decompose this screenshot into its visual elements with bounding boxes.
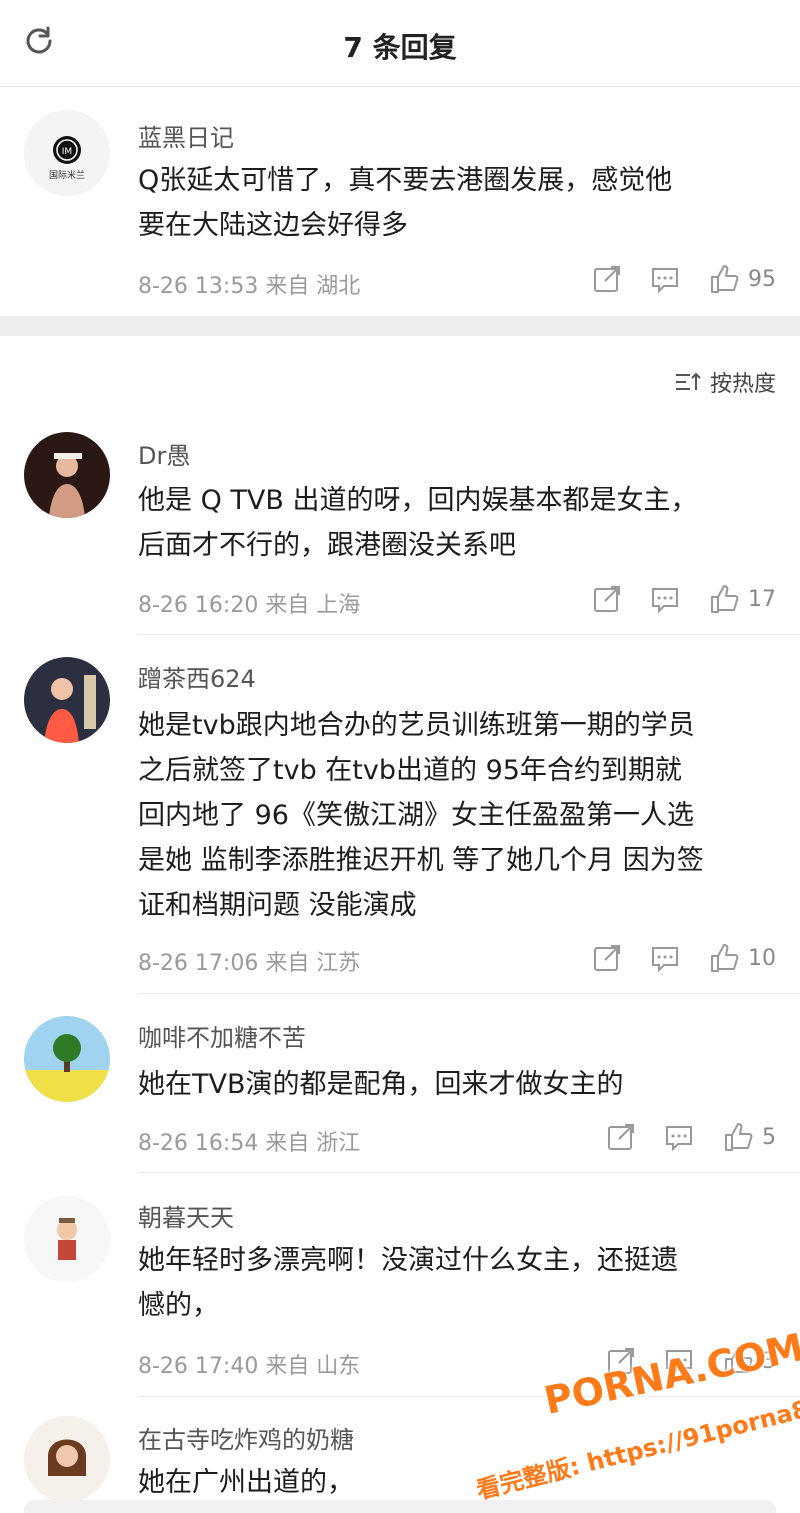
comment-actions: 5: [578, 1120, 776, 1154]
comment-author[interactable]: Dr愚: [138, 436, 190, 471]
comment-text-line: Q张延太可惜了，真不要去港圈发展，感觉他: [138, 165, 673, 196]
comment-actions: 17: [564, 582, 776, 616]
comment-meta: 8-26 16:20 来自 上海: [138, 593, 361, 618]
avatar[interactable]: [24, 1416, 110, 1502]
divider: [138, 993, 800, 994]
divider: [138, 1172, 800, 1173]
sort-label: 按热度: [709, 372, 776, 397]
like-button[interactable]: 5: [722, 1121, 776, 1153]
avatar[interactable]: [24, 432, 110, 518]
comment-actions: 10: [564, 941, 776, 975]
comment-text: Q张延太可惜了，真不要去港圈发展，感觉他 要在大陆这边会好得多: [138, 158, 778, 248]
comment-author[interactable]: 蹭茶西624: [138, 659, 256, 694]
sort-toggle[interactable]: 按热度: [674, 366, 776, 398]
original-comment: IM 国际米兰 蓝黑日记 Q张延太可惜了，真不要去港圈发展，感觉他 要在大陆这边…: [0, 100, 800, 316]
avatar[interactable]: [24, 657, 110, 743]
comment-author[interactable]: 朝暮天天: [138, 1198, 234, 1233]
share-button[interactable]: [592, 264, 622, 294]
share-button[interactable]: [606, 1122, 636, 1152]
comment-author[interactable]: 咖啡不加糖不苦: [138, 1018, 306, 1053]
bottom-input-bar[interactable]: [24, 1500, 776, 1513]
share-icon: [608, 1124, 634, 1150]
thumbs-up-icon: [725, 1123, 753, 1151]
thumbs-up-icon: [711, 944, 739, 972]
svg-text:国际米兰: 国际米兰: [49, 169, 85, 181]
comment-text: 她在广州出道的，: [138, 1467, 354, 1498]
comment-meta: 8-26 16:54 来自 浙江: [138, 1131, 361, 1156]
like-button[interactable]: 95: [708, 263, 776, 295]
reply-item: 咖啡不加糖不苦 她在TVB演的都是配角，回来才做女主的 8-26 16:54 来…: [0, 1004, 800, 1172]
avatar[interactable]: IM 国际米兰: [24, 110, 110, 196]
comment-text: 他是 Q TVB 出道的呀，回内娱基本都是女主， 后面才不行的，跟港圈没关系吧: [138, 485, 698, 561]
like-count: 5: [762, 1124, 776, 1150]
comment-text-line: 要在大陆这边会好得多: [138, 210, 408, 241]
comment-button[interactable]: [650, 943, 680, 973]
share-icon: [594, 266, 620, 292]
comment-meta: 8-26 17:40 来自 山东: [138, 1354, 361, 1379]
reply-item: Dr愚 他是 Q TVB 出道的呀，回内娱基本都是女主， 后面才不行的，跟港圈没…: [0, 420, 800, 634]
thumbs-up-icon: [711, 585, 739, 613]
like-button[interactable]: 17: [708, 583, 776, 615]
thumbs-up-icon: [711, 265, 739, 293]
comment-author[interactable]: 蓝黑日记: [138, 118, 234, 153]
comment-button[interactable]: [650, 264, 680, 294]
share-icon: [594, 945, 620, 971]
like-button[interactable]: 10: [708, 942, 776, 974]
inter-logo-icon: IM 国际米兰: [24, 110, 110, 196]
like-count: 17: [748, 586, 776, 612]
comment-icon: [652, 947, 678, 973]
divider: [138, 634, 800, 635]
section-divider: [0, 316, 800, 336]
comment-button[interactable]: [664, 1122, 694, 1152]
sort-icon: [675, 372, 701, 390]
comment-text: 她是tvb跟内地合办的艺员训练班第一期的学员 之后就签了tvb 在tvb出道的 …: [138, 710, 704, 921]
share-button[interactable]: [592, 584, 622, 614]
comment-icon: [652, 268, 678, 294]
avatar[interactable]: [24, 1196, 110, 1282]
reply-item: 蹭茶西624 她是tvb跟内地合办的艺员训练班第一期的学员 之后就签了tvb 在…: [0, 645, 800, 993]
avatar[interactable]: [24, 1016, 110, 1102]
comment-text: 她在TVB演的都是配角，回来才做女主的: [138, 1069, 624, 1100]
like-count: 95: [748, 266, 776, 292]
divider: [138, 1396, 800, 1397]
page-title: 7 条回复: [343, 31, 457, 64]
comment-text: 她年轻时多漂亮啊！没演过什么女主，还挺遗 憾的，: [138, 1245, 678, 1321]
comment-actions: 95: [564, 262, 776, 296]
comment-meta: 8-26 13:53 来自 湖北: [138, 274, 361, 299]
comment-button[interactable]: [650, 584, 680, 614]
comment-author[interactable]: 在古寺吃炸鸡的奶糖: [138, 1420, 354, 1455]
top-bar: 7 条回复: [0, 0, 800, 87]
share-icon: [594, 586, 620, 612]
like-count: 10: [748, 945, 776, 971]
svg-text:IM: IM: [62, 147, 72, 157]
share-button[interactable]: [592, 943, 622, 973]
comment-meta: 8-26 17:06 来自 江苏: [138, 951, 361, 976]
comment-icon: [652, 588, 678, 614]
comment-icon: [666, 1126, 692, 1152]
